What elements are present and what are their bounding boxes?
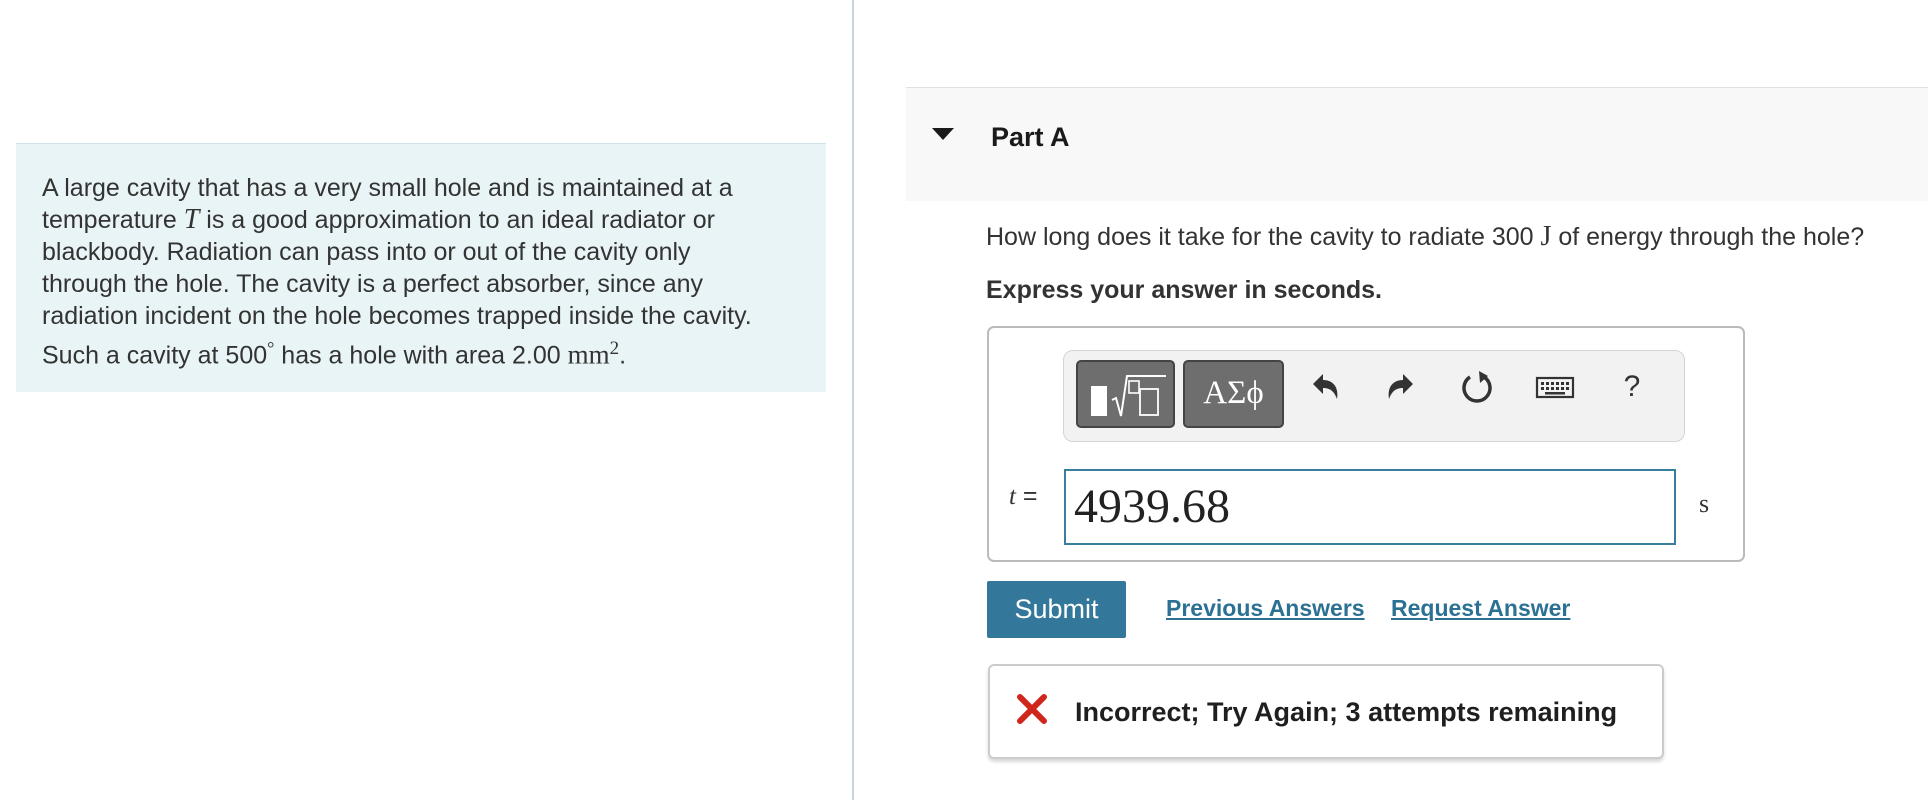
part-a-header[interactable]: Part A bbox=[906, 87, 1928, 201]
greek-symbols-button[interactable]: ΑΣϕ bbox=[1183, 360, 1284, 428]
area-exponent: 2 bbox=[609, 338, 620, 359]
feedback-message: Incorrect; Try Again; 3 attempts remaini… bbox=[1075, 697, 1618, 727]
undo-icon[interactable] bbox=[1305, 367, 1345, 407]
answer-row: t = 4939.68 s bbox=[989, 462, 1743, 545]
question-text: How long does it take for the cavity to … bbox=[986, 221, 1865, 252]
keyboard-icon[interactable] bbox=[1534, 367, 1576, 407]
previous-answers-link[interactable]: Previous Answers bbox=[1166, 595, 1365, 622]
answer-unit: s bbox=[1699, 489, 1710, 518]
collapse-caret-icon[interactable] bbox=[932, 128, 954, 140]
answer-variable-label: t = bbox=[1009, 482, 1038, 510]
temperature-variable: T bbox=[183, 204, 200, 235]
templates-button[interactable] bbox=[1076, 360, 1175, 428]
problem-text: A large cavity that has a very small hol… bbox=[42, 174, 752, 370]
redo-icon[interactable] bbox=[1381, 367, 1421, 407]
feedback-box: Incorrect; Try Again; 3 attempts remaini… bbox=[988, 664, 1664, 759]
submit-button[interactable]: Submit bbox=[987, 581, 1126, 638]
templates-icon bbox=[1091, 375, 1166, 417]
answer-input[interactable]: 4939.68 bbox=[1064, 469, 1676, 545]
incorrect-x-icon bbox=[1017, 694, 1047, 724]
part-title: Part A bbox=[991, 122, 1070, 152]
reset-icon[interactable] bbox=[1457, 367, 1497, 407]
area-unit: mm bbox=[567, 339, 610, 370]
answer-instruction: Express your answer in seconds. bbox=[986, 276, 1382, 304]
request-answer-link[interactable]: Request Answer bbox=[1391, 595, 1570, 622]
energy-unit: J bbox=[1540, 221, 1552, 252]
problem-statement: A large cavity that has a very small hol… bbox=[16, 143, 826, 392]
answer-box: ΑΣϕ ? t = 4939.68 s bbox=[987, 326, 1745, 562]
help-icon[interactable]: ? bbox=[1612, 367, 1652, 407]
panel-divider bbox=[852, 0, 854, 800]
math-toolbar: ΑΣϕ ? bbox=[1063, 350, 1685, 442]
